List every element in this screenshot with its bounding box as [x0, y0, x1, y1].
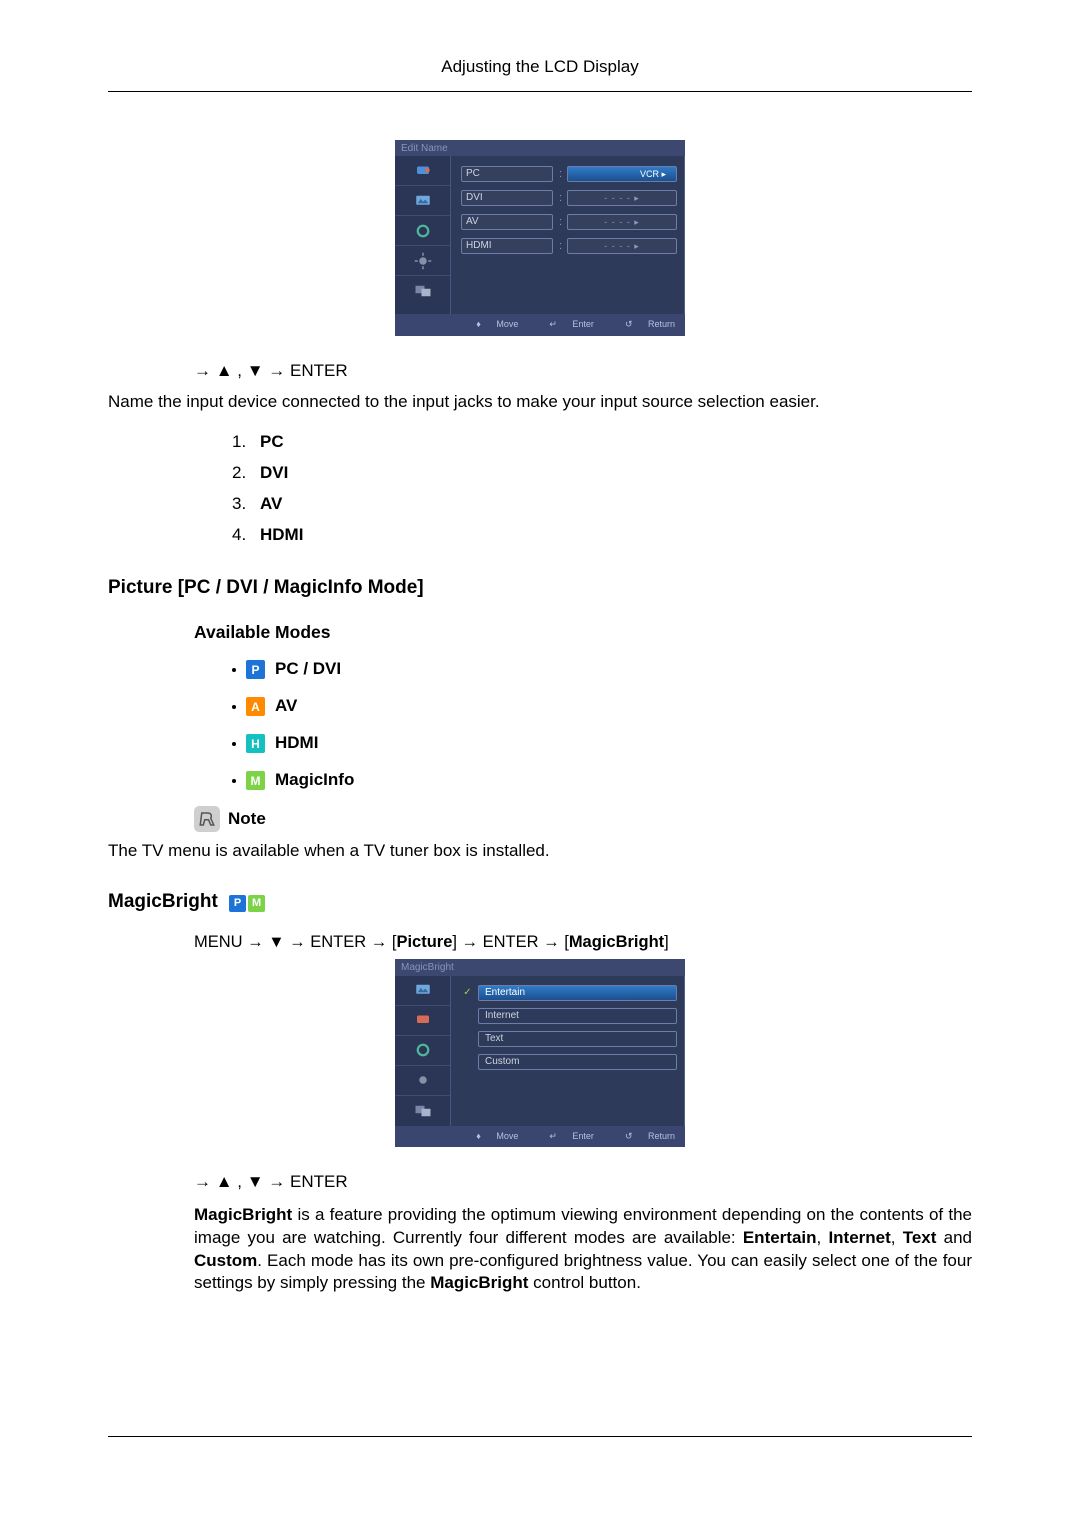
osd-magicbright: MagicBright ✓ Entertain ✓ Internet ✓ Text ✓… [395, 959, 685, 1147]
setup-icon [414, 252, 432, 270]
osd-row-label: HDMI [461, 238, 553, 254]
note-label: Note [228, 808, 266, 831]
bullet-dot [232, 779, 236, 783]
magicbright-description: MagicBright is a feature providing the o… [194, 1204, 972, 1296]
check-icon: ✓ [461, 987, 474, 1000]
osd-hint-return: ↺ Return [612, 318, 675, 330]
list-item: 2.DVI [232, 462, 972, 485]
bullet-dot [232, 742, 236, 746]
picture-icon [414, 192, 432, 210]
picture-icon [414, 981, 432, 999]
osd-option: Internet [478, 1008, 677, 1024]
list-item: 3.AV [232, 493, 972, 516]
setup-icon [414, 1071, 432, 1089]
osd-sidebar [395, 156, 451, 314]
footer-divider [108, 1436, 972, 1437]
input-icon [414, 162, 432, 180]
osd-footer: ♦ Move ↵ Enter ↺ Return [395, 314, 685, 335]
sound-icon [414, 222, 432, 240]
osd-row-label: DVI [461, 190, 553, 206]
osd-hint-move: ♦ Move [463, 318, 518, 330]
description-text: Name the input device connected to the i… [108, 391, 972, 414]
mode-icon-m: M [246, 771, 265, 790]
osd-option: Custom [478, 1054, 677, 1070]
nav-sequence: → ▲ , ▼ → ENTER [194, 1171, 972, 1194]
note-icon [194, 806, 220, 832]
sound-icon [414, 1041, 432, 1059]
osd-row-value: - - - - ▸ [567, 190, 677, 206]
osd-title: MagicBright [395, 959, 685, 976]
menu-path: MENU → ▼ → ENTER → [Picture] → ENTER → [… [194, 931, 972, 953]
list-item: 4.HDMI [232, 524, 972, 547]
mode-icon-m: M [248, 895, 265, 912]
mode-icon-p: P [229, 895, 246, 912]
osd-hint-return: ↺ Return [612, 1130, 675, 1142]
osd-option: Text [478, 1031, 677, 1047]
bullet-dot [232, 705, 236, 709]
multi-icon [414, 282, 432, 300]
osd-title: Edit Name [395, 140, 685, 157]
mode-list: PPC / DVI AAV HHDMI MMagicInfo [232, 658, 972, 792]
osd-row-label: PC [461, 166, 553, 182]
input-icon [414, 1011, 432, 1029]
mode-item-av: AAV [232, 695, 972, 718]
mode-item-pcdvi: PPC / DVI [232, 658, 972, 681]
mode-item-hdmi: HHDMI [232, 732, 972, 755]
subheading-available-modes: Available Modes [194, 621, 972, 645]
input-list: 1.PC 2.DVI 3.AV 4.HDMI [232, 431, 972, 547]
osd-row-label: AV [461, 214, 553, 230]
check-icon: ✓ [461, 1010, 474, 1023]
osd-option: Entertain [478, 985, 677, 1001]
mode-item-magicinfo: MMagicInfo [232, 769, 972, 792]
mode-icon-h: H [246, 734, 265, 753]
osd-edit-name: Edit Name PC:VCR ▸ DVI:- - - - ▸ AV:- - … [395, 140, 685, 336]
osd-row-value: VCR ▸ [567, 166, 677, 182]
mode-icon-a: A [246, 697, 265, 716]
osd-footer: ♦ Move ↵ Enter ↺ Return [395, 1126, 685, 1147]
osd-row-value: - - - - ▸ [567, 214, 677, 230]
bullet-dot [232, 668, 236, 672]
check-icon: ✓ [461, 1056, 474, 1069]
osd-hint-enter: ↵ Enter [536, 318, 594, 330]
header-divider [108, 91, 972, 92]
section-heading-picture: Picture [PC / DVI / MagicInfo Mode] [108, 575, 972, 601]
section-heading-magicbright: MagicBright PM [108, 889, 972, 915]
check-icon: ✓ [461, 1033, 474, 1046]
osd-hint-move: ♦ Move [463, 1130, 518, 1142]
nav-sequence: → ▲ , ▼ → ENTER [194, 360, 972, 383]
note-text: The TV menu is available when a TV tuner… [108, 840, 972, 863]
list-item: 1.PC [232, 431, 972, 454]
osd-hint-enter: ↵ Enter [536, 1130, 594, 1142]
mode-icon-p: P [246, 660, 265, 679]
multi-icon [414, 1102, 432, 1120]
osd-sidebar [395, 976, 451, 1126]
page-title: Adjusting the LCD Display [108, 56, 972, 79]
osd-row-value: - - - - ▸ [567, 238, 677, 254]
